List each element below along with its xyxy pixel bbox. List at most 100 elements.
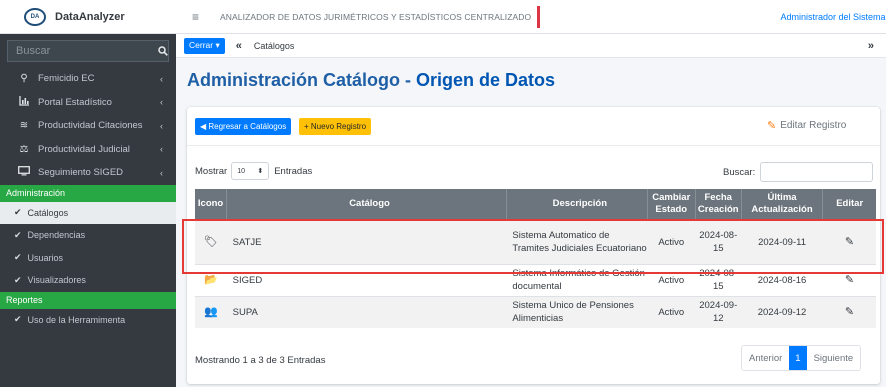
edit-row-icon[interactable]: ✎ xyxy=(822,295,876,328)
tag-icon: 🏷 xyxy=(195,219,227,264)
sidebar-section-administracion: Administración xyxy=(0,184,176,202)
sidebar-section-reportes: Reportes xyxy=(0,291,176,309)
pagination-page-1[interactable]: 1 xyxy=(789,346,807,370)
breadcrumb-current[interactable]: Catálogos xyxy=(254,41,295,51)
status-toggle[interactable]: Activo xyxy=(647,263,696,296)
table-search-input[interactable] xyxy=(760,162,874,182)
users-icon: 👥 xyxy=(195,295,227,328)
sidebar-item-label: Seguimiento SIGED xyxy=(38,167,124,179)
chevron-left-icon: ‹ xyxy=(160,167,163,178)
col-header-icono[interactable]: Icono xyxy=(195,189,228,220)
sidebar-item-femicidio[interactable]: ⚲ Femicidio EC ‹ xyxy=(0,67,176,91)
sidebar-item-seguimiento-siged[interactable]: Seguimiento SIGED ‹ xyxy=(0,161,176,185)
status-toggle[interactable]: Activo xyxy=(647,219,696,264)
updown-icon: ⬍ xyxy=(257,168,264,175)
col-header-editar[interactable]: Editar xyxy=(822,189,876,220)
chevron-left-icon: ‹ xyxy=(160,120,163,131)
folder-icon: 📂 xyxy=(195,263,227,296)
cell-ultima-actualizacion: 2024-08-16 xyxy=(741,263,823,296)
col-header-catalogo[interactable]: Catálogo xyxy=(226,189,507,220)
search-icon[interactable] xyxy=(158,40,169,62)
page-length-control: Mostrar 10 ⬍ Entradas xyxy=(195,162,312,180)
menu-toggle-icon[interactable]: ≡ xyxy=(192,10,208,24)
table-search-label: Buscar: xyxy=(723,166,756,178)
breadcrumb-bar: Cerrar ▾ « Catálogos » xyxy=(176,34,886,58)
chart-icon xyxy=(18,95,30,109)
col-header-descripcion[interactable]: Descripción xyxy=(506,189,648,220)
sidebar-item-label: Productividad Judicial xyxy=(38,143,130,155)
page-title-bold: Origen de Datos xyxy=(416,70,556,90)
cell-ultima-actualizacion: 2024-09-12 xyxy=(741,295,823,328)
sidebar-item-portal-estadistico[interactable]: Portal Estadístico ‹ xyxy=(0,91,176,115)
check-icon: ✔ xyxy=(14,314,22,325)
scale-icon: ⚖ xyxy=(19,143,29,155)
table-row[interactable]: 🏷 SATJE Sistema Automatico de Tramites J… xyxy=(195,219,876,264)
cell-descripcion: Sistema Automatico de Tramites Judiciale… xyxy=(506,219,648,264)
sidebar-item-dependencias[interactable]: ✔ Dependencias xyxy=(0,224,176,247)
cell-ultima-actualizacion: 2024-09-11 xyxy=(741,219,823,264)
user-menu-link[interactable]: Administrador del Sistema V xyxy=(780,12,886,22)
cell-fecha-creacion: 2024-08-15 xyxy=(695,263,742,296)
double-chevron-left-icon[interactable]: « xyxy=(236,40,242,52)
sidebar-item-productividad-judicial[interactable]: ⚖ Productividad Judicial ‹ xyxy=(0,138,176,162)
sidebar-search-input[interactable] xyxy=(7,40,158,62)
app: DA DataAnalyzer ⚲ Femicidio EC ‹ Portal … xyxy=(0,0,886,387)
col-header-actualizacion[interactable]: Última Actualización xyxy=(741,189,824,220)
table-search: Buscar: xyxy=(723,162,874,182)
edit-record-label: Editar Registro xyxy=(780,120,847,131)
cell-descripcion: Sistema Unico de Pensiones Alimenticias xyxy=(506,295,648,328)
sidebar-item-label: Uso de la Herramimenta xyxy=(27,314,126,325)
back-to-catalogs-button[interactable]: ◀ Regresar a Catálogos xyxy=(195,118,292,135)
table-row[interactable]: 📂 SIGED Sistema Informático de Gestión d… xyxy=(195,263,876,296)
cell-descripcion: Sistema Informático de Gestión documenta… xyxy=(506,263,648,296)
check-icon: ✔ xyxy=(14,229,22,240)
show-label: Mostrar xyxy=(195,165,228,177)
table-info: Mostrando 1 a 3 de 3 Entradas xyxy=(195,355,326,366)
edit-icon: ✎ xyxy=(767,120,777,132)
cell-catalogo: SIGED xyxy=(226,263,507,296)
new-record-button[interactable]: + Nuevo Registro xyxy=(299,118,372,135)
edit-record-button[interactable]: ✎ Editar Registro xyxy=(767,119,846,132)
page-length-value: 10 xyxy=(237,167,245,175)
col-header-fecha[interactable]: Fecha Creación xyxy=(695,189,742,220)
sidebar-item-label: Productividad Citaciones xyxy=(38,120,143,132)
sidebar-item-productividad-citaciones[interactable]: ≋ Productividad Citaciones ‹ xyxy=(0,114,176,138)
marker-icon: ⚲ xyxy=(20,73,28,85)
app-full-title: ANALIZADOR DE DATOS JURIMÉTRICOS Y ESTAD… xyxy=(220,11,532,22)
col-header-estado[interactable]: Cambiar Estado xyxy=(647,189,696,220)
sidebar-item-label: Usuarios xyxy=(27,252,64,263)
sidebar-item-label: Visualizadores xyxy=(27,275,86,286)
brand[interactable]: DA DataAnalyzer xyxy=(0,0,176,34)
sidebar-item-catalogos[interactable]: ✔ Catálogos xyxy=(0,201,176,224)
table-row[interactable]: 👥 SUPA Sistema Unico de Pensiones Alimen… xyxy=(195,295,876,328)
pagination-previous[interactable]: Anterior xyxy=(742,346,790,370)
pagination-next[interactable]: Siguiente xyxy=(806,346,861,370)
brand-logo-icon: DA xyxy=(24,7,46,26)
sidebar-item-uso-herramienta[interactable]: ✔ Uso de la Herramimenta xyxy=(0,309,176,332)
page-title: Administración Catálogo - Origen de Dato… xyxy=(187,70,555,91)
status-toggle[interactable]: Activo xyxy=(647,295,696,328)
card-header: ◀ Regresar a Catálogos + Nuevo Registro … xyxy=(187,107,880,146)
chevron-left-icon: ‹ xyxy=(160,73,163,84)
sidebar-item-label: Dependencias xyxy=(27,230,86,241)
sidebar-item-label: Femicidio EC xyxy=(38,73,95,85)
cerrar-dropdown-button[interactable]: Cerrar ▾ xyxy=(184,37,225,54)
sidebar-search xyxy=(7,40,169,62)
top-navbar: ≡ ANALIZADOR DE DATOS JURIMÉTRICOS Y EST… xyxy=(176,0,886,34)
cell-catalogo: SUPA xyxy=(226,295,507,328)
page-length-select[interactable]: 10 ⬍ xyxy=(231,162,270,180)
sidebar-item-usuarios[interactable]: ✔ Usuarios xyxy=(0,247,176,270)
pagination: Anterior 1 Siguiente xyxy=(741,345,862,371)
title-divider xyxy=(537,5,541,28)
page-title-prefix: Administración Catálogo - xyxy=(187,70,417,90)
edit-row-icon[interactable]: ✎ xyxy=(822,219,876,264)
layers-icon: ≋ xyxy=(19,120,29,132)
chevron-left-icon: ‹ xyxy=(160,97,163,108)
double-chevron-right-icon[interactable]: » xyxy=(868,40,874,52)
sidebar-item-visualizadores[interactable]: ✔ Visualizadores xyxy=(0,269,176,292)
sidebar: DA DataAnalyzer ⚲ Femicidio EC ‹ Portal … xyxy=(0,0,176,387)
catalog-table: Icono Catálogo Descripción Cambiar Estad… xyxy=(195,189,876,328)
edit-row-icon[interactable]: ✎ xyxy=(822,263,876,296)
entries-label: Entradas xyxy=(274,165,313,177)
chevron-left-icon: ‹ xyxy=(160,144,163,155)
